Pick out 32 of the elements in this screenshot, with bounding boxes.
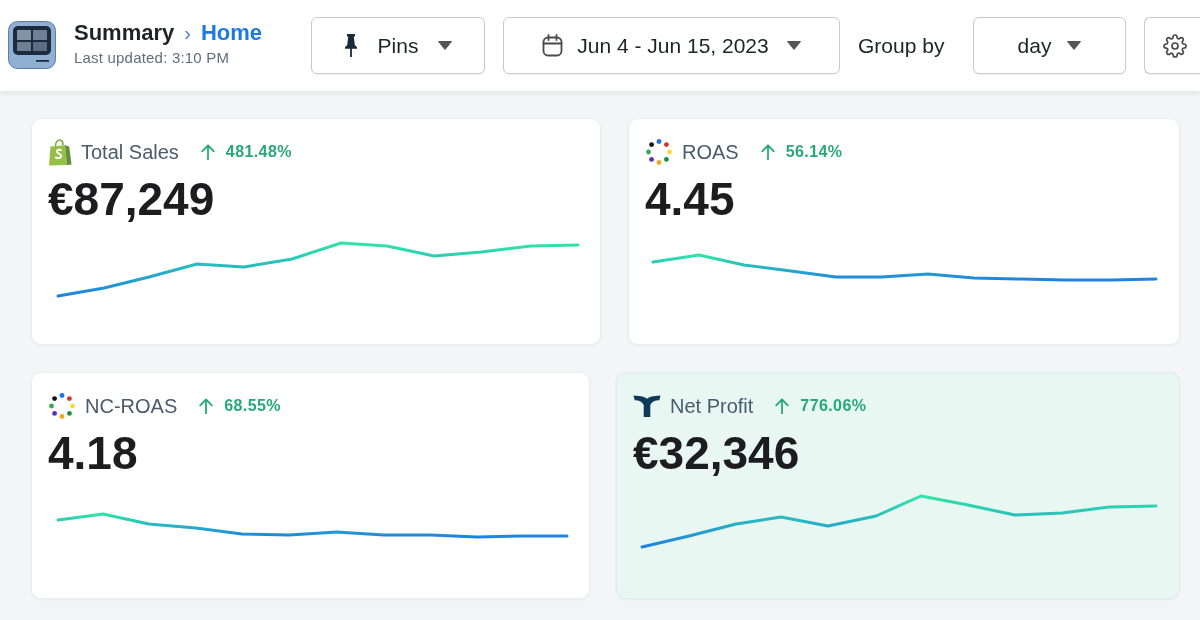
- change-percentage: 776.06%: [800, 397, 867, 415]
- group-by-dropdown[interactable]: day: [973, 17, 1126, 74]
- breadcrumb-link[interactable]: Home: [200, 19, 263, 46]
- change-percentage: 481.48%: [225, 143, 292, 161]
- caret-icon: [438, 41, 453, 50]
- window-grid-icon: [8, 20, 56, 69]
- breadcrumb-separator: ›: [184, 20, 191, 46]
- whale-tail-icon: [633, 394, 661, 418]
- breadcrumb-item: Summary: [74, 19, 175, 46]
- dot-ring-icon: [645, 138, 673, 166]
- metric-title: ROAS: [682, 140, 739, 164]
- dot-ring-icon: [48, 392, 76, 420]
- settings-button[interactable]: [1144, 17, 1200, 74]
- metric-title: Net Profit: [670, 394, 754, 418]
- pushpin-icon: [343, 34, 358, 57]
- metric-value: 4.45: [645, 172, 736, 226]
- metric-title: NC-ROAS: [85, 394, 178, 418]
- caret-icon: [1067, 41, 1082, 50]
- metric-value: €32,346: [633, 426, 801, 480]
- shopping-bag-icon: [48, 138, 72, 166]
- change-percentage: 68.55%: [224, 397, 281, 415]
- group-by-label: Group by: [858, 33, 946, 58]
- metric-value: 4.18: [48, 426, 139, 480]
- calendar-icon: [542, 34, 564, 57]
- last-updated-text: Last updated: 3:10 PM: [74, 48, 231, 66]
- pins-dropdown[interactable]: Pins: [311, 17, 485, 74]
- change-percentage: 56.14%: [785, 143, 843, 161]
- date-range-picker[interactable]: Jun 4 - Jun 15, 2023: [503, 17, 840, 74]
- caret-icon: [786, 41, 801, 50]
- settings-icon: [1163, 33, 1187, 58]
- metric-title: Total Sales: [81, 140, 179, 164]
- metric-value: €87,249: [48, 172, 216, 226]
